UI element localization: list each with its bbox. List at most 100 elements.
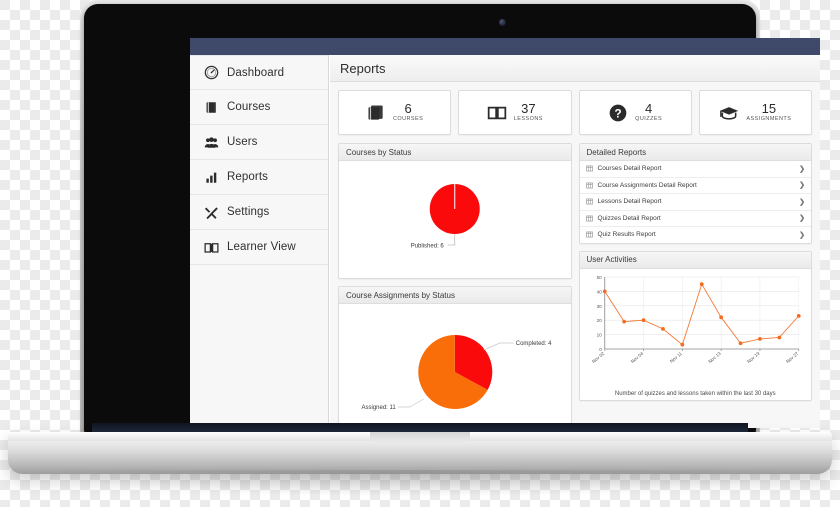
app-shell: Dashboard Courses Users Reports Settings… — [190, 55, 820, 428]
svg-text:30: 30 — [596, 303, 602, 308]
svg-text:Nov 19: Nov 19 — [746, 350, 761, 363]
chevron-right-icon: ❯ — [799, 215, 805, 223]
report-link-lessons-detail[interactable]: Lessons Detail Report ❯ — [579, 194, 811, 211]
report-link-label: Lessons Detail Report — [597, 198, 662, 206]
panel-body: 0 10 20 30 40 50 Nov 02 Nov 04 Nov 11 Nov 13 Nov 1… — [579, 268, 811, 400]
gauge-icon — [204, 65, 219, 80]
chevron-right-icon: ❯ — [799, 231, 805, 239]
stat-card-quizzes[interactable]: ? 4 QUIZZES — [578, 90, 692, 135]
panel-course-assignments-by-status: Course Assignments by Status Completed: … — [338, 286, 572, 428]
stat-value: 6 — [404, 101, 412, 117]
users-icon — [204, 136, 219, 148]
panel-header: Detailed Reports — [579, 144, 811, 161]
stat-label: COURSES — [392, 116, 424, 123]
panel-header: Course Assignments by Status — [339, 287, 571, 304]
stat-label: ASSIGNMENTS — [746, 116, 792, 123]
report-link-label: Course Assignments Detail Report — [597, 181, 697, 189]
table-icon — [585, 182, 593, 189]
right-column: Detailed Reports Courses Detail Report ❯… — [578, 143, 812, 428]
app-topbar — [190, 38, 820, 55]
sidebar-item-label: Learner View — [227, 241, 296, 253]
panel-detailed-reports: Detailed Reports Courses Detail Report ❯… — [578, 143, 812, 244]
stat-value: 4 — [645, 101, 653, 117]
laptop-lid: Dashboard Courses Users Reports Settings… — [84, 4, 820, 434]
report-link-course-assignments-detail[interactable]: Course Assignments Detail Report ❯ — [579, 178, 811, 194]
laptop-notch — [370, 432, 470, 443]
book-icon — [206, 101, 216, 113]
svg-text:Nov 02: Nov 02 — [591, 350, 606, 363]
course-assignments-pie-chart: Completed: 4 Assigned: 11 — [362, 334, 552, 411]
report-link-label: Quizzes Detail Report — [597, 214, 661, 222]
stat-card-assignments[interactable]: 15 ASSIGNMENTS — [698, 90, 812, 135]
user-activities-line-chart: 01020304050Nov 02 Nov 04 Nov 11 Nov 13 Nov 1… — [591, 275, 801, 364]
report-link-label: Courses Detail Report — [597, 165, 662, 173]
stat-label: LESSONS — [513, 116, 543, 123]
svg-text:Nov 13: Nov 13 — [707, 350, 722, 363]
svg-text:Nov 11: Nov 11 — [668, 350, 682, 363]
open-book-icon — [487, 106, 507, 119]
pie-slice-label-assigned: Assigned: 11 — [362, 405, 397, 411]
stat-label: QUIZZES — [635, 116, 663, 123]
sidebar-item-courses[interactable]: Courses — [190, 90, 328, 125]
table-icon — [585, 215, 593, 222]
detailed-reports-list: Courses Detail Report ❯ Course Assignmen… — [579, 161, 812, 243]
books-icon — [368, 105, 383, 120]
sidebar-item-label: Reports — [227, 171, 268, 183]
sidebar: Dashboard Courses Users Reports Settings… — [190, 55, 329, 428]
sidebar-item-reports[interactable]: Reports — [190, 160, 328, 195]
stat-card-lessons[interactable]: 37 LESSONS — [458, 90, 572, 135]
report-link-label: Quiz Results Report — [597, 231, 656, 239]
stat-value: 15 — [761, 101, 777, 117]
report-link-courses-detail[interactable]: Courses Detail Report ❯ — [579, 161, 811, 178]
stat-value: 37 — [521, 101, 536, 117]
laptop-mockup: Dashboard Courses Users Reports Settings… — [0, 0, 840, 507]
stat-card-courses[interactable]: 6 COURSES — [338, 90, 452, 135]
laptop-shadow — [40, 470, 800, 496]
sidebar-item-dashboard[interactable]: Dashboard — [190, 55, 328, 90]
open-book-icon — [204, 242, 219, 253]
panels-grid: Courses by Status Published: 6 Course As… — [330, 135, 820, 428]
left-column: Courses by Status Published: 6 Course As… — [338, 143, 572, 428]
svg-text:Nov 27: Nov 27 — [785, 350, 800, 363]
sidebar-item-label: Settings — [227, 206, 270, 218]
table-icon — [585, 231, 593, 238]
panel-body: Published: 6 — [339, 161, 571, 278]
panel-header: Courses by Status — [339, 144, 571, 161]
svg-text:20: 20 — [596, 318, 602, 323]
sidebar-item-settings[interactable]: Settings — [190, 195, 328, 230]
chevron-right-icon: ❯ — [799, 165, 805, 173]
bar-chart-icon — [206, 172, 217, 183]
table-icon — [585, 165, 593, 172]
chevron-right-icon: ❯ — [799, 198, 805, 206]
svg-text:Nov 04: Nov 04 — [629, 350, 644, 363]
chevron-right-icon: ❯ — [799, 182, 805, 190]
sidebar-item-users[interactable]: Users — [190, 125, 328, 160]
sidebar-item-label: Dashboard — [227, 66, 285, 79]
screen: Dashboard Courses Users Reports Settings… — [190, 38, 820, 428]
table-icon — [585, 198, 593, 205]
panel-title: Courses by Status — [346, 147, 412, 157]
panel-header: User Activities — [579, 251, 811, 269]
panel-body: Completed: 4 Assigned: 11 — [339, 304, 571, 428]
question-mark-icon: ? — [609, 104, 627, 121]
panel-title: Detailed Reports — [586, 147, 647, 157]
panel-courses-by-status: Courses by Status Published: 6 — [338, 143, 572, 279]
sidebar-item-label: Courses — [227, 101, 271, 113]
sidebar-item-label: Users — [227, 136, 258, 148]
report-link-quizzes-detail[interactable]: Quizzes Detail Report ❯ — [579, 211, 811, 227]
svg-text:?: ? — [615, 107, 622, 120]
sidebar-item-learner-view[interactable]: Learner View — [190, 230, 328, 265]
panel-title: User Activities — [586, 255, 637, 264]
tools-icon — [204, 206, 218, 219]
page-title: Reports — [340, 60, 386, 76]
main-content: Reports 6 COURSES 37 LESSONS ? 4 QUIZZES… — [329, 55, 820, 428]
panel-title: Course Assignments by Status — [346, 290, 455, 300]
webcam-icon — [499, 19, 506, 26]
panel-user-activities: User Activities 0 10 20 30 40 50 Nov 02 Nov 04 N… — [578, 250, 812, 401]
pie-slice-label-published: Published: 6 — [411, 244, 445, 250]
pie-slice-label-completed: Completed: 4 — [516, 341, 552, 347]
svg-text:10: 10 — [596, 332, 602, 337]
chart-caption: Number of quizzes and lessons taken with… — [614, 390, 776, 397]
svg-text:50: 50 — [596, 275, 602, 280]
report-link-quiz-results[interactable]: Quiz Results Report ❯ — [580, 227, 812, 243]
